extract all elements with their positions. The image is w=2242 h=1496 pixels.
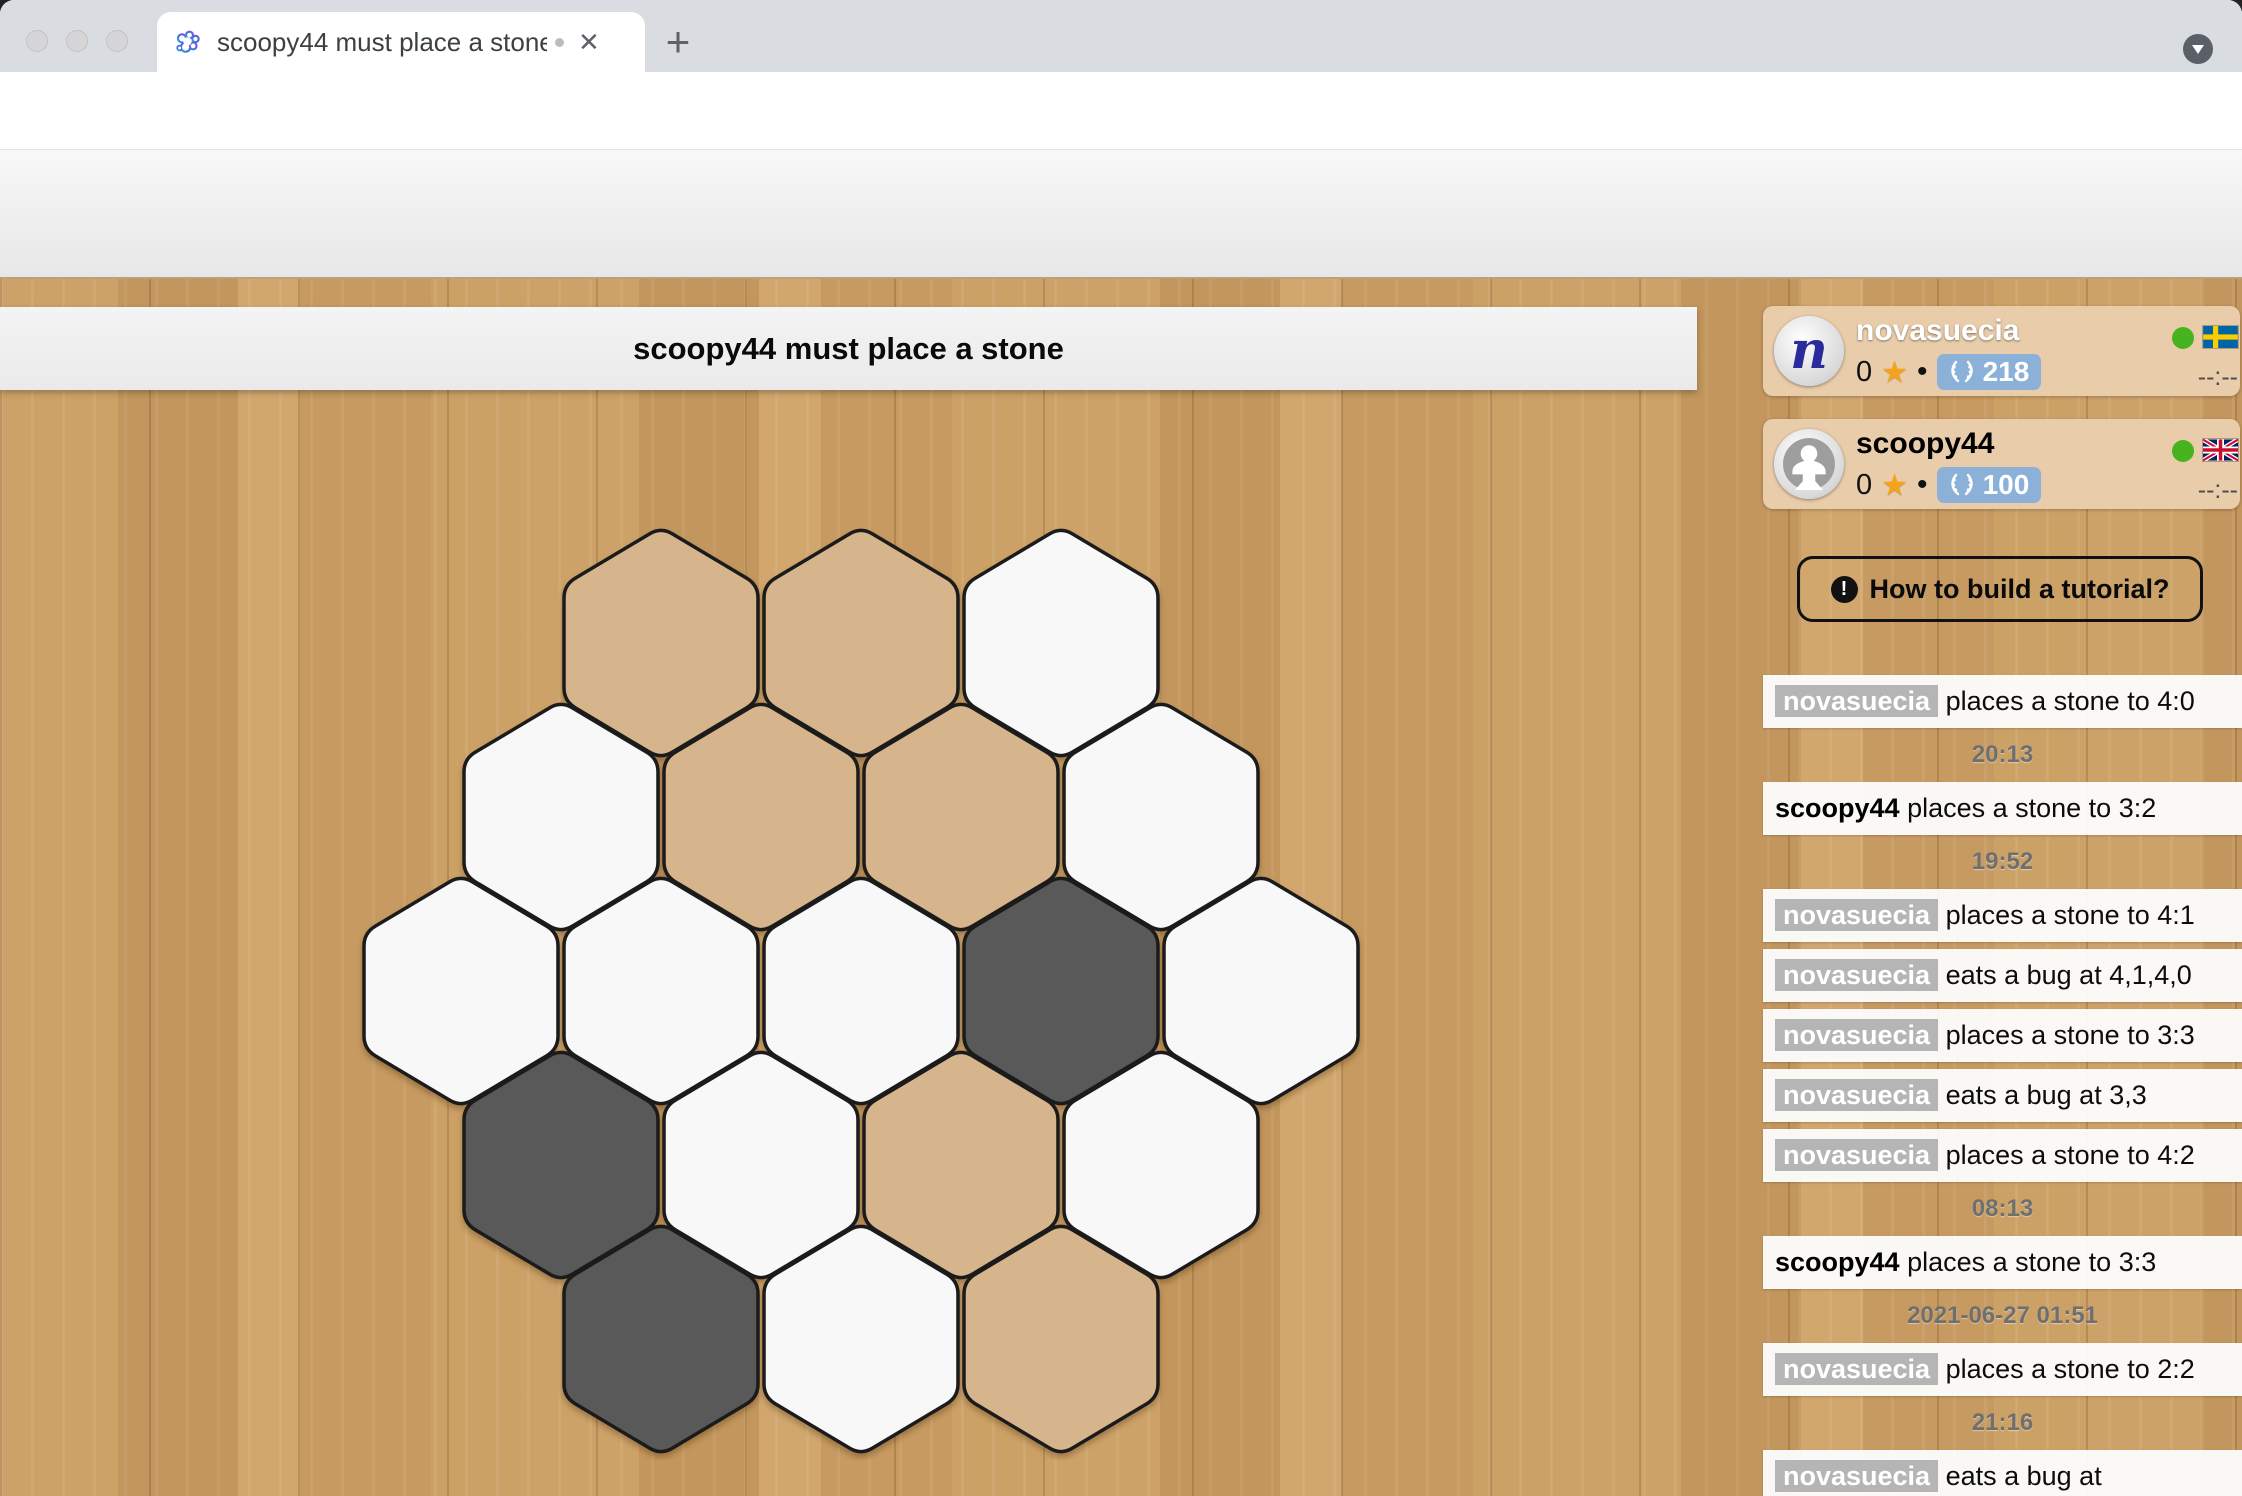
avatar-scoopy44[interactable]: [1774, 429, 1844, 499]
log-entry[interactable]: novasuecia places a stone to 3:3: [1763, 1009, 2242, 1062]
browser-tab[interactable]: scoopy44 must place a stone ✕: [157, 12, 645, 72]
player-panel-novasuecia: n novasuecia 0 ★ • 218 --:--: [1763, 306, 2240, 396]
log-player-name: novasuecia: [1775, 1139, 1938, 1171]
replay-header: Table #182787536 Move #43 Progression 10…: [0, 150, 2242, 279]
online-status-dot: [2172, 440, 2194, 462]
tab-search-button[interactable]: [2183, 34, 2213, 64]
log-player-name: novasuecia: [1775, 685, 1938, 717]
player-timer: --:--: [2130, 363, 2238, 392]
log-player-name: novasuecia: [1775, 1460, 1938, 1492]
elo-value: 100: [1983, 469, 2030, 501]
score-star-icon: ★: [1881, 468, 1908, 503]
separator-dot: •: [1917, 468, 1928, 502]
new-tab-button[interactable]: +: [652, 16, 704, 68]
log-player-name: novasuecia: [1775, 959, 1938, 991]
laurel-icon: [1949, 473, 1975, 497]
player-panel-scoopy44: scoopy44 0 ★ • 100 --:--: [1763, 419, 2240, 509]
player-score-row: 0 ★ • 100: [1856, 467, 2041, 503]
log-text: places a stone to 3:3: [1900, 1247, 2157, 1277]
log-entry[interactable]: novasuecia places a stone to 2:2: [1763, 1343, 2242, 1396]
score-star-icon: ★: [1881, 355, 1908, 390]
player-score-row: 0 ★ • 218: [1856, 354, 2041, 390]
browser-toolbar: boardgamearena.com/archive/replay/210621…: [0, 72, 2242, 150]
log-entry[interactable]: novasuecia places a stone to 4:0: [1763, 675, 2242, 728]
log-entry[interactable]: novasuecia places a stone to 4:1: [1763, 889, 2242, 942]
log-text: places a stone to 3:2: [1900, 793, 2157, 823]
bga-favicon-icon: [173, 27, 203, 57]
log-text: places a stone to 2:2: [1938, 1354, 2195, 1384]
player-score: 0: [1856, 356, 1872, 389]
how-to-build-tutorial-button[interactable]: ! How to build a tutorial?: [1797, 556, 2203, 622]
log-text: places a stone to 3:3: [1938, 1020, 2195, 1050]
log-player-name: scoopy44: [1775, 793, 1900, 823]
window-minimize-button[interactable]: [66, 30, 88, 52]
elo-badge[interactable]: 100: [1937, 467, 2042, 503]
laurel-icon: [1949, 360, 1975, 384]
log-text: eats a bug at 4,1,4,0: [1938, 960, 2192, 990]
log-text: places a stone to 4:0: [1938, 686, 2195, 716]
exclamation-icon: !: [1831, 576, 1858, 603]
log-entry[interactable]: novasuecia places a stone to 4:2: [1763, 1129, 2242, 1182]
online-status-dot: [2172, 327, 2194, 349]
uk-flag-icon: [2203, 439, 2238, 461]
log-text: eats a bug at 3,3: [1938, 1080, 2147, 1110]
tutorial-button-label: How to build a tutorial?: [1870, 574, 2170, 605]
tab-title: scoopy44 must place a stone: [217, 27, 547, 58]
log-entry[interactable]: novasuecia eats a bug at 2,1,2,2,2,3,2,4…: [1763, 1450, 2242, 1496]
log-timestamp: 19:52: [1763, 842, 2242, 882]
log-timestamp: 2021-06-27 01:51: [1763, 1296, 2242, 1336]
chevron-down-icon: [2190, 43, 2206, 55]
log-text: places a stone to 4:1: [1938, 900, 2195, 930]
game-log: novasuecia places a stone to 4:0 20:13 sco…: [1763, 675, 2242, 1496]
window-close-button[interactable]: [26, 30, 48, 52]
log-player-name: novasuecia: [1775, 899, 1938, 931]
browser-window: scoopy44 must place a stone ✕ +: [0, 0, 2242, 1496]
status-text: scoopy44 must place a stone: [633, 331, 1064, 367]
log-entry[interactable]: scoopy44 places a stone to 3:3: [1763, 1236, 2242, 1289]
log-timestamp: 08:13: [1763, 1189, 2242, 1229]
elo-value: 218: [1983, 356, 2030, 388]
log-entry[interactable]: novasuecia eats a bug at 4,1,4,0: [1763, 949, 2242, 1002]
log-player-name: novasuecia: [1775, 1019, 1938, 1051]
window-zoom-button[interactable]: [106, 30, 128, 52]
elo-badge[interactable]: 218: [1937, 354, 2042, 390]
tab-overflow-dot: [555, 38, 564, 47]
player-name[interactable]: novasuecia: [1856, 314, 2019, 348]
status-banner: scoopy44 must place a stone: [0, 307, 1697, 390]
avatar-novasuecia[interactable]: n: [1774, 316, 1844, 386]
player-score: 0: [1856, 469, 1872, 502]
log-player-name: novasuecia: [1775, 1353, 1938, 1385]
log-text: places a stone to 4:2: [1938, 1140, 2195, 1170]
log-player-name: scoopy44: [1775, 1247, 1900, 1277]
meeple-icon: [1783, 438, 1835, 490]
avatar-monogram: n: [1790, 325, 1828, 377]
log-entry[interactable]: scoopy44 places a stone to 3:2: [1763, 782, 2242, 835]
log-timestamp: 20:13: [1763, 735, 2242, 775]
sweden-flag-icon: [2203, 326, 2238, 348]
tab-strip: scoopy44 must place a stone ✕ +: [0, 0, 2242, 72]
log-timestamp: 21:16: [1763, 1403, 2242, 1443]
hex-board: [350, 500, 1380, 1460]
player-timer: --:--: [2130, 476, 2238, 505]
log-entry[interactable]: novasuecia eats a bug at 3,3: [1763, 1069, 2242, 1122]
separator-dot: •: [1917, 355, 1928, 389]
log-player-name: novasuecia: [1775, 1079, 1938, 1111]
tab-close-icon[interactable]: ✕: [578, 29, 600, 55]
player-name[interactable]: scoopy44: [1856, 427, 1994, 461]
